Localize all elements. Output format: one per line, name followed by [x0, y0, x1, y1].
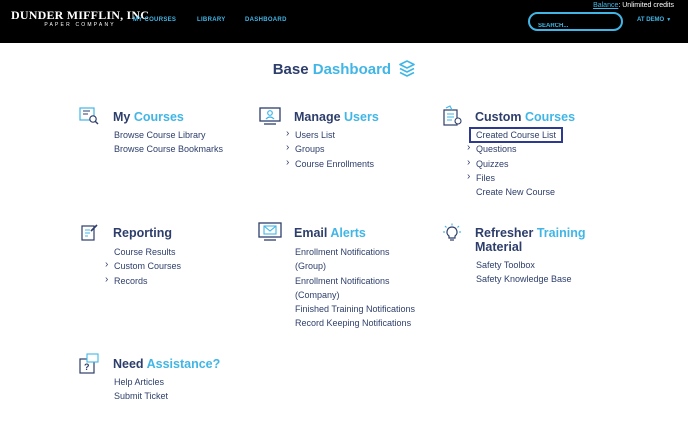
link-course-enrollments[interactable]: Course Enrollments [286, 156, 374, 171]
link-submit-ticket[interactable]: Submit Ticket [114, 389, 168, 403]
link-record-keeping-notifications[interactable]: Record Keeping Notifications [295, 316, 415, 330]
link-enrollment-notifications-group[interactable]: Enrollment Notifications [295, 245, 415, 259]
layers-icon [399, 60, 416, 77]
nav-my-courses[interactable]: MY COURSES [133, 17, 176, 23]
card-title-reporting: Reporting [113, 226, 173, 240]
search-input[interactable] [530, 18, 621, 34]
user-menu-label: AT DEMO [637, 17, 665, 23]
help-chat-icon: ? [79, 353, 99, 374]
link-browse-course-bookmarks[interactable]: Browse Course Bookmarks [114, 142, 223, 156]
manage-users-links: Users List Groups Course Enrollments [286, 127, 374, 171]
page-title-part1: Base [272, 61, 309, 78]
link-course-results[interactable]: Course Results [114, 245, 181, 259]
balance-value: : Unlimited credits [618, 2, 674, 9]
assistance-links: Help Articles Submit Ticket [114, 375, 168, 404]
card-title-refresher-training: Refresher Training Material [475, 226, 586, 254]
card-title-need-assistance: Need Assistance? [113, 357, 221, 371]
svg-text:?: ? [84, 362, 90, 372]
nav-dashboard[interactable]: DASHBOARD [245, 17, 287, 23]
link-files[interactable]: Files [467, 170, 560, 185]
card-title-email-alerts: Email Alerts [294, 226, 366, 240]
balance-link[interactable]: Balance [593, 2, 618, 9]
logo-main-text: DUNDER MIFFLIN, INC [11, 8, 150, 22]
report-edit-icon [81, 224, 98, 241]
list-item: Created Course List [468, 127, 564, 143]
email-monitor-icon [258, 222, 282, 241]
nav-library[interactable]: LIBRARY [197, 17, 226, 23]
link-help-articles[interactable]: Help Articles [114, 375, 168, 389]
link-enrollment-notifications-company[interactable]: Enrollment Notifications [295, 274, 415, 288]
link-groups[interactable]: Groups [286, 141, 374, 156]
link-browse-course-library[interactable]: Browse Course Library [114, 128, 223, 142]
link-custom-courses[interactable]: Custom Courses [105, 258, 181, 273]
balance-display: Balance: Unlimited credits [593, 2, 674, 9]
link-finished-training-notifications[interactable]: Finished Training Notifications [295, 302, 415, 316]
custom-courses-links: Created Course List Questions Quizzes Fi… [467, 127, 564, 199]
page-title: Base Dashboard [0, 60, 688, 78]
top-navbar: DUNDER MIFFLIN, INC PAPER COMPANY MY COU… [0, 0, 688, 43]
card-title-manage-users: Manage Users [294, 110, 379, 124]
link-records[interactable]: Records [105, 273, 181, 288]
link-users-list[interactable]: Users List [286, 127, 374, 142]
lightbulb-icon [443, 223, 461, 241]
link-enrollment-notifications-group-suffix[interactable]: (Group) [295, 259, 415, 273]
page-title-part2: Dashboard [312, 61, 392, 78]
search-box[interactable] [528, 12, 623, 34]
caret-down-icon: ▼ [666, 17, 672, 23]
link-created-course-list[interactable]: Created Course List [468, 127, 564, 143]
card-title-my-courses: My Courses [113, 110, 184, 124]
link-safety-knowledge-base[interactable]: Safety Knowledge Base [476, 272, 572, 286]
reporting-links: Course Results Custom Courses Records [105, 245, 181, 288]
link-enrollment-notifications-company-suffix[interactable]: (Company) [295, 288, 415, 302]
link-create-new-course[interactable]: Create New Course [476, 185, 560, 199]
refresher-links: Safety Toolbox Safety Knowledge Base [476, 258, 572, 287]
email-alerts-links: Enrollment Notifications (Group) Enrollm… [295, 245, 415, 331]
company-logo[interactable]: DUNDER MIFFLIN, INC PAPER COMPANY [11, 9, 149, 29]
logo-sub-text: PAPER COMPANY [44, 22, 116, 28]
user-monitor-icon [259, 107, 281, 125]
link-questions[interactable]: Questions [467, 141, 560, 156]
user-menu[interactable]: AT DEMO ▼ [637, 17, 671, 23]
link-quizzes[interactable]: Quizzes [467, 156, 560, 171]
card-title-custom-courses: Custom Courses [475, 110, 576, 124]
link-safety-toolbox[interactable]: Safety Toolbox [476, 258, 572, 272]
my-courses-links: Browse Course Library Browse Course Book… [114, 128, 223, 157]
course-book-icon [79, 107, 99, 125]
custom-course-icon [443, 105, 462, 126]
